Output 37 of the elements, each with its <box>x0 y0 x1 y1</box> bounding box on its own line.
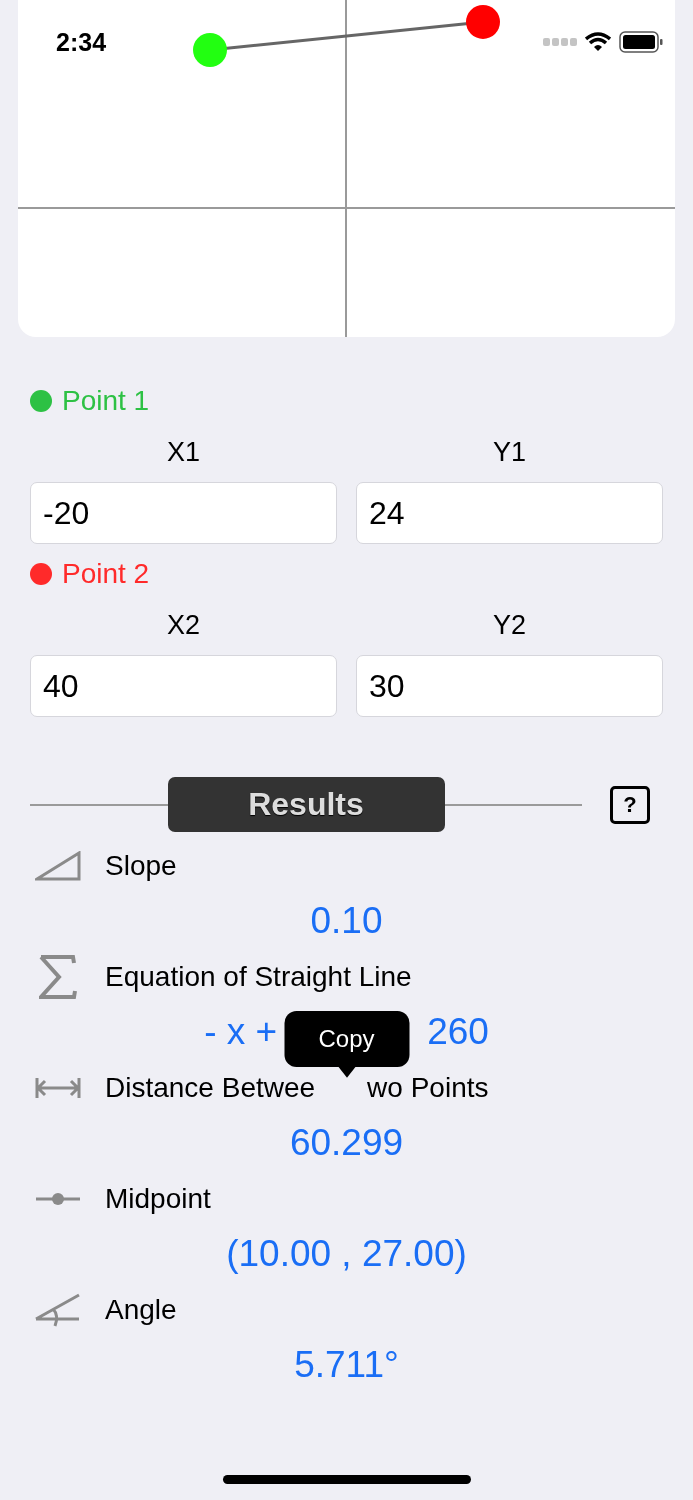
midpoint-icon <box>35 1191 81 1206</box>
wifi-icon <box>585 32 611 52</box>
result-value[interactable]: 5.711° <box>294 1344 399 1386</box>
result-label: Slope <box>105 849 177 882</box>
battery-icon <box>619 31 663 53</box>
coordinate-field[interactable]: 40 <box>30 655 337 717</box>
coordinate-field[interactable]: -20 <box>30 482 337 544</box>
result-label: Midpoint <box>105 1182 211 1215</box>
result-label: Angle <box>105 1293 177 1326</box>
point-handle[interactable] <box>193 32 227 67</box>
double-arrow-icon <box>35 1076 81 1099</box>
coordinate-label: Y2 <box>493 610 526 641</box>
point-title: Point 1 <box>62 385 150 417</box>
result-value[interactable]: 0.10 <box>310 900 383 942</box>
result-value[interactable]: - x + <box>204 1011 278 1053</box>
signal-icon <box>543 38 577 46</box>
result-value[interactable]: 260 <box>427 1011 489 1053</box>
result-label: Distance Betwee <box>105 1071 316 1104</box>
point-title: Point 2 <box>62 558 150 590</box>
results-header: Results <box>167 777 445 832</box>
result-value[interactable]: (10.00 , 27.00) <box>226 1233 467 1275</box>
sigma-icon <box>39 954 77 999</box>
coordinate-label: X2 <box>167 610 200 641</box>
help-button[interactable]: ? <box>610 785 650 824</box>
triangle-icon <box>35 850 81 881</box>
coordinate-field[interactable]: 24 <box>356 482 663 544</box>
tooltip-pointer <box>337 1066 356 1078</box>
coordinate-label: X1 <box>167 437 200 468</box>
result-label: Equation of Straight Line <box>105 960 412 993</box>
angle-icon <box>35 1292 81 1327</box>
result-value[interactable]: 60.299 <box>289 1122 404 1164</box>
copy-tooltip[interactable]: Copy <box>284 1011 409 1067</box>
coordinate-field[interactable]: 30 <box>356 655 663 717</box>
status-time: 2:34 <box>56 27 107 57</box>
coordinate-label: Y1 <box>493 437 526 468</box>
point-handle[interactable] <box>466 4 500 39</box>
result-label: wo Points <box>367 1071 489 1104</box>
